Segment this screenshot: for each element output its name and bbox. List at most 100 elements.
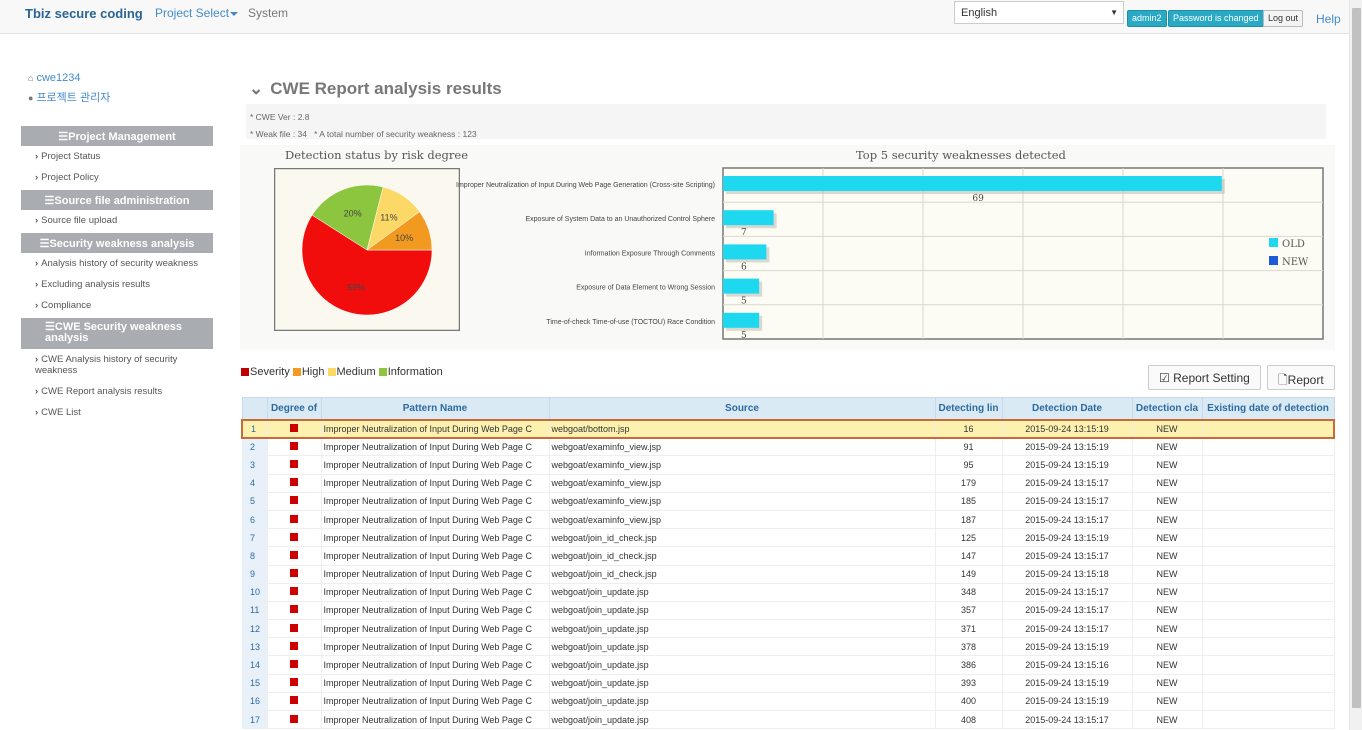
menu-section-security-weakness[interactable]: ☰Security weakness analysis — [21, 233, 213, 253]
sidebar-item-cwe-history[interactable]: › CWE Analysis history of security weakne… — [21, 349, 213, 381]
table-row[interactable]: 10 Improper Neutralization of Input Durin… — [242, 583, 1335, 602]
table-row[interactable]: 8 Improper Neutralization of Input During… — [242, 546, 1335, 566]
table-row[interactable]: 5 Improper Neutralization of Input During… — [242, 492, 1335, 511]
report-setting-button[interactable]: ☑ Report Setting — [1148, 365, 1261, 390]
detection-class-cell: NEW — [1132, 546, 1203, 566]
nav-system[interactable]: System — [248, 6, 288, 20]
severity-high-icon — [290, 714, 298, 723]
brand-logo[interactable]: Tbiz secure coding — [25, 6, 143, 21]
table-row[interactable]: 11 Improper Neutralization of Input Durin… — [242, 601, 1335, 621]
table-row[interactable]: 16 Improper Neutralization of Input Durin… — [242, 692, 1335, 712]
table-row[interactable]: 3 Improper Neutralization of Input During… — [242, 455, 1335, 475]
row-number: 3 — [242, 455, 268, 475]
page-scrollbar[interactable] — [1349, 0, 1362, 730]
sidebar-item-cwe-list[interactable]: › CWE List — [21, 402, 213, 423]
pattern-name-cell: Improper Neutralization of Input During … — [321, 474, 550, 493]
legend-information: Information — [387, 366, 443, 378]
bar[interactable] — [723, 210, 774, 226]
severity-cell — [267, 565, 322, 584]
bar-value-label: 6 — [741, 262, 747, 272]
chevron-down-icon[interactable]: ⌄ — [249, 79, 263, 98]
sidebar-item-label: CWE Report analysis results — [41, 386, 163, 397]
chevron-right-icon: › — [35, 386, 39, 397]
help-link[interactable]: Help — [1316, 12, 1341, 26]
col-header-class[interactable]: Detection cla — [1131, 397, 1203, 420]
table-row[interactable]: 9 Improper Neutralization of Input During… — [242, 565, 1335, 584]
severity-high-icon — [290, 442, 298, 451]
password-changed-button[interactable]: Password is changed — [1168, 10, 1264, 27]
bar[interactable] — [723, 244, 767, 260]
col-header-degree[interactable]: Degree of — [266, 397, 322, 420]
scrollbar-thumb[interactable] — [1352, 8, 1361, 708]
row-number: 1 — [241, 418, 268, 439]
menu-section-project-management[interactable]: ☰Project Management — [21, 126, 213, 146]
sidebar-item-excluding-results[interactable]: › Excluding analysis results — [21, 274, 213, 295]
source-cell: webgoat/join_id_check.jsp — [549, 565, 936, 584]
table-row[interactable]: 12 Improper Neutralization of Input Durin… — [242, 619, 1335, 639]
top-navbar: Tbiz secure coding Project Select System… — [0, 0, 1362, 34]
table-row[interactable]: 4 Improper Neutralization of Input During… — [242, 474, 1335, 493]
user-button[interactable]: admin2 — [1127, 10, 1167, 27]
existing-date-cell — [1202, 674, 1335, 693]
detecting-line-cell: 400 — [935, 692, 1003, 712]
sidebar-item-project-policy[interactable]: › Project Policy — [21, 167, 213, 188]
detecting-line-cell: 187 — [935, 510, 1003, 530]
bar-legend-label: NEW — [1282, 257, 1309, 268]
pattern-name-cell: Improper Neutralization of Input During … — [321, 492, 550, 511]
source-cell: webgoat/join_update.jsp — [549, 692, 936, 712]
col-header-pattern[interactable]: Pattern Name — [320, 397, 550, 420]
nav-project-select[interactable]: Project Select — [155, 6, 239, 20]
bar-value-label: 5 — [741, 331, 747, 341]
table-row[interactable]: 7 Improper Neutralization of Input During… — [242, 528, 1335, 548]
table-row[interactable]: 14 Improper Neutralization of Input Durin… — [242, 655, 1335, 675]
chevron-right-icon: › — [35, 300, 39, 311]
bar[interactable] — [723, 278, 760, 294]
source-cell: webgoat/join_update.jsp — [549, 674, 936, 693]
detection-date-cell: 2015-09-24 13:15:19 — [1002, 637, 1133, 657]
severity-high-icon — [290, 459, 298, 468]
sidebar-item-label: Analysis history of security weakness — [41, 258, 198, 269]
row-number: 16 — [242, 692, 268, 712]
bar[interactable] — [723, 312, 760, 328]
report-button[interactable]: 🗋Report — [1267, 365, 1335, 390]
sidebar-item-project-status[interactable]: › Project Status — [21, 146, 213, 167]
logout-button[interactable]: Log out — [1263, 10, 1304, 27]
report-label: Report — [1287, 373, 1324, 387]
severity-cell — [267, 437, 322, 457]
table-row[interactable]: 1 Improper Neutralization of Input During… — [241, 418, 1335, 439]
user-role-link[interactable]: ● 프로젝트 관리자 — [28, 89, 213, 106]
severity-cell — [267, 492, 322, 511]
col-header-existing[interactable]: Existing date of detection — [1201, 397, 1335, 420]
sidebar-item-label: Project Status — [41, 151, 101, 162]
table-row[interactable]: 6 Improper Neutralization of Input During… — [242, 510, 1335, 530]
severity-high-icon — [290, 641, 298, 650]
col-header-source[interactable]: Source — [548, 397, 936, 420]
table-row[interactable]: 17 Improper Neutralization of Input Durin… — [242, 710, 1335, 730]
col-header-line[interactable]: Detecting lin — [934, 397, 1003, 420]
report-setting-label: Report Setting — [1173, 371, 1250, 385]
menu-section-cwe-security[interactable]: ☰CWE Security weakness analysis — [21, 318, 213, 349]
col-header-num[interactable] — [241, 397, 268, 420]
bar[interactable] — [723, 176, 1222, 191]
user-id-link[interactable]: ⌂ cwe1234 — [28, 72, 213, 89]
severity-cell — [267, 619, 322, 639]
sidebar-item-source-upload[interactable]: › Source file upload — [21, 210, 213, 231]
source-cell: webgoat/join_update.jsp — [549, 601, 936, 621]
sidebar-item-analysis-history[interactable]: › Analysis history of security weakness — [21, 253, 213, 274]
section-title: Project Management — [68, 131, 176, 143]
sidebar-item-cwe-report[interactable]: › CWE Report analysis results — [21, 381, 213, 402]
table-row[interactable]: 15 Improper Neutralization of Input Durin… — [242, 674, 1335, 693]
row-number: 4 — [242, 474, 268, 493]
sidebar: ⌂ cwe1234 ● 프로젝트 관리자 ☰Project Management ›… — [21, 72, 213, 423]
menu-section-source-file[interactable]: ☰Source file administration — [21, 190, 213, 210]
severity-high-icon — [290, 678, 298, 687]
pattern-name-cell: Improper Neutralization of Input During … — [321, 546, 550, 566]
col-header-date[interactable]: Detection Date — [1001, 397, 1133, 420]
table-row[interactable]: 2 Improper Neutralization of Input During… — [242, 437, 1335, 457]
language-select[interactable]: English ▼ — [954, 1, 1124, 24]
sidebar-item-compliance[interactable]: › Compliance — [21, 295, 213, 316]
severity-cell — [267, 546, 322, 566]
detection-class-cell: NEW — [1132, 655, 1203, 675]
detecting-line-cell: 147 — [935, 546, 1003, 566]
table-row[interactable]: 13 Improper Neutralization of Input Durin… — [242, 637, 1335, 657]
